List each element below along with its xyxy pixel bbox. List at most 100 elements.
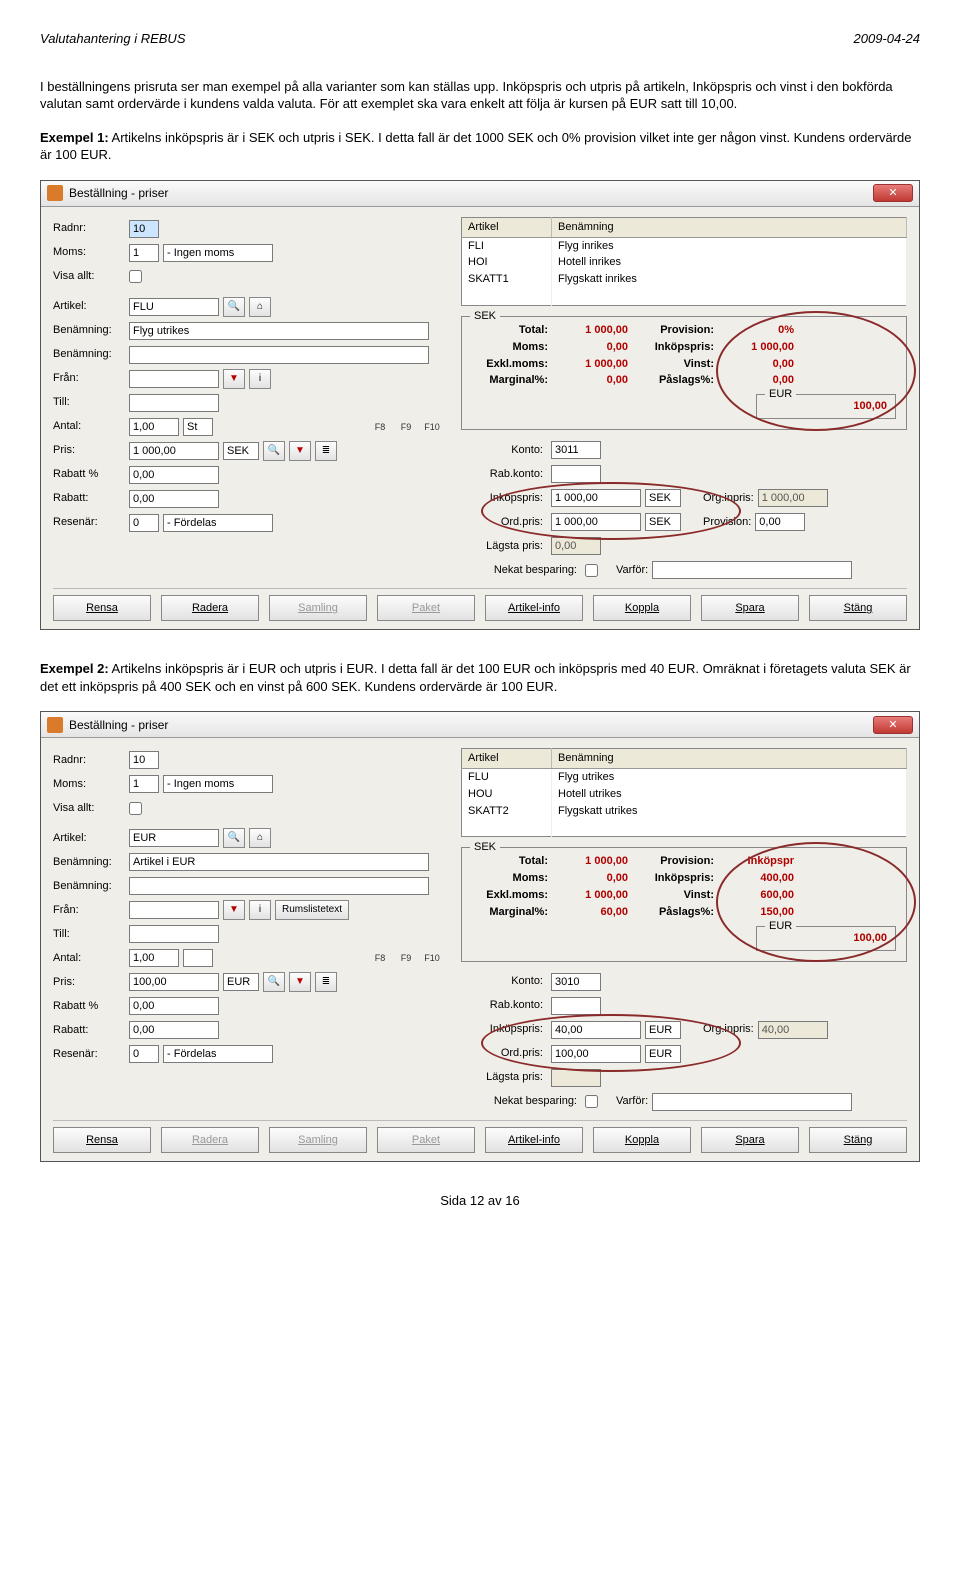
- benamning-label: Benämning:: [53, 323, 125, 338]
- fran-input[interactable]: [129, 901, 219, 919]
- till-input[interactable]: [129, 394, 219, 412]
- button-bar: Rensa Radera Samling Paket Artikel-info …: [53, 588, 907, 621]
- till-input[interactable]: [129, 925, 219, 943]
- doc-header: Valutahantering i REBUS 2009-04-24: [40, 30, 920, 48]
- antal-label: Antal:: [53, 419, 125, 434]
- pris-label: Pris:: [53, 443, 125, 458]
- fran-input[interactable]: [129, 370, 219, 388]
- list-icon[interactable]: ≣: [315, 441, 337, 461]
- orgpris-input: [758, 489, 828, 507]
- ordpris-cur-input[interactable]: [645, 513, 681, 531]
- spara-button[interactable]: Spara: [701, 595, 799, 621]
- rensa-button[interactable]: Rensa: [53, 595, 151, 621]
- moms-label: Moms:: [53, 245, 125, 260]
- visaallt-checkbox[interactable]: [129, 802, 142, 815]
- artikel-label: Artikel:: [53, 299, 125, 314]
- rabatt-input[interactable]: [129, 490, 219, 508]
- eur-legend: EUR: [765, 387, 796, 402]
- konto-input[interactable]: [551, 441, 601, 459]
- pris-input[interactable]: [129, 973, 219, 991]
- till-label: Till:: [53, 395, 125, 410]
- pin-from-icon[interactable]: ▼: [223, 369, 245, 389]
- samling-button[interactable]: Samling: [269, 1127, 367, 1153]
- artikel-input[interactable]: [129, 829, 219, 847]
- inkopspris-cur-input[interactable]: [645, 1021, 681, 1039]
- info-icon[interactable]: i: [249, 369, 271, 389]
- artikel-input[interactable]: [129, 298, 219, 316]
- radnr-input[interactable]: [129, 751, 159, 769]
- zoom-icon[interactable]: 🔍: [263, 972, 285, 992]
- koppla-button[interactable]: Koppla: [593, 1127, 691, 1153]
- konto-input[interactable]: [551, 973, 601, 991]
- lookup-icon[interactable]: ⌂: [249, 297, 271, 317]
- close-button[interactable]: ✕: [873, 716, 913, 734]
- pris-input[interactable]: [129, 442, 219, 460]
- benamning2-input[interactable]: [129, 346, 429, 364]
- fran-label: Från:: [53, 371, 125, 386]
- close-button[interactable]: ✕: [873, 184, 913, 202]
- provision2-input[interactable]: [755, 513, 805, 531]
- pris-currency-input[interactable]: [223, 442, 259, 460]
- binoculars-icon[interactable]: 🔍: [223, 297, 245, 317]
- nekat-checkbox[interactable]: [585, 564, 598, 577]
- binoculars-icon[interactable]: 🔍: [223, 828, 245, 848]
- paket-button[interactable]: Paket: [377, 595, 475, 621]
- radera-button[interactable]: Radera: [161, 595, 259, 621]
- zoom-icon[interactable]: 🔍: [263, 441, 285, 461]
- benamning-input[interactable]: [129, 322, 429, 340]
- table-row[interactable]: SKATT1Flygskatt inrikes: [462, 271, 907, 288]
- rumsliste-button[interactable]: Rumslistetext: [275, 900, 349, 920]
- benamning-input[interactable]: [129, 853, 429, 871]
- table-row[interactable]: HOIHotell inrikes: [462, 254, 907, 271]
- radnr-input[interactable]: [129, 220, 159, 238]
- samling-button[interactable]: Samling: [269, 595, 367, 621]
- stang-button[interactable]: Stäng: [809, 1127, 907, 1153]
- inkopspris-cur-input[interactable]: [645, 489, 681, 507]
- moms-code-input[interactable]: [129, 244, 159, 262]
- stang-button[interactable]: Stäng: [809, 595, 907, 621]
- screenshot-2: Beställning - priser ✕ Radnr: Moms: Visa…: [40, 711, 920, 1161]
- inkopspris-input[interactable]: [551, 489, 641, 507]
- artikelinfo-button[interactable]: Artikel-info: [485, 595, 583, 621]
- nekat-checkbox[interactable]: [585, 1095, 598, 1108]
- spara-button[interactable]: Spara: [701, 1127, 799, 1153]
- inkopspris-input[interactable]: [551, 1021, 641, 1039]
- koppla-button[interactable]: Koppla: [593, 595, 691, 621]
- lookup-icon[interactable]: ⌂: [249, 828, 271, 848]
- resenar-code-input[interactable]: [129, 1045, 159, 1063]
- moms-code-input[interactable]: [129, 775, 159, 793]
- ordpris-input[interactable]: [551, 513, 641, 531]
- table-row[interactable]: SKATT2Flygskatt utrikes: [462, 803, 907, 820]
- varfor-input[interactable]: [652, 561, 852, 579]
- radera-button[interactable]: Radera: [161, 1127, 259, 1153]
- benamning2-input[interactable]: [129, 877, 429, 895]
- varfor-input[interactable]: [652, 1093, 852, 1111]
- artikelinfo-button[interactable]: Artikel-info: [485, 1127, 583, 1153]
- ordpris-input[interactable]: [551, 1045, 641, 1063]
- pin-pris-icon[interactable]: ▼: [289, 972, 311, 992]
- pin-from-icon[interactable]: ▼: [223, 900, 245, 920]
- visaallt-checkbox[interactable]: [129, 270, 142, 283]
- table-row[interactable]: HOUHotell utrikes: [462, 786, 907, 803]
- list-icon[interactable]: ≣: [315, 972, 337, 992]
- titlebar: Beställning - priser ✕: [41, 181, 919, 207]
- table-row[interactable]: FLUFlyg utrikes: [462, 769, 907, 786]
- moms-text-input: [163, 775, 273, 793]
- rabatt-input[interactable]: [129, 1021, 219, 1039]
- rabattp-input[interactable]: [129, 997, 219, 1015]
- table-row[interactable]: FLIFlyg inrikes: [462, 237, 907, 254]
- info-icon[interactable]: i: [249, 900, 271, 920]
- example2-text: Artikelns inköpspris är i EUR och utpris…: [40, 661, 911, 694]
- rabkonto-input[interactable]: [551, 997, 601, 1015]
- ordpris-cur-input[interactable]: [645, 1045, 681, 1063]
- antal-input[interactable]: [129, 949, 179, 967]
- paket-button[interactable]: Paket: [377, 1127, 475, 1153]
- antal-input[interactable]: [129, 418, 179, 436]
- rabattp-input[interactable]: [129, 466, 219, 484]
- pris-currency-input[interactable]: [223, 973, 259, 991]
- pin-pris-icon[interactable]: ▼: [289, 441, 311, 461]
- example2-paragraph: Exempel 2: Artikelns inköpspris är i EUR…: [40, 660, 920, 695]
- resenar-code-input[interactable]: [129, 514, 159, 532]
- rensa-button[interactable]: Rensa: [53, 1127, 151, 1153]
- rabkonto-input[interactable]: [551, 465, 601, 483]
